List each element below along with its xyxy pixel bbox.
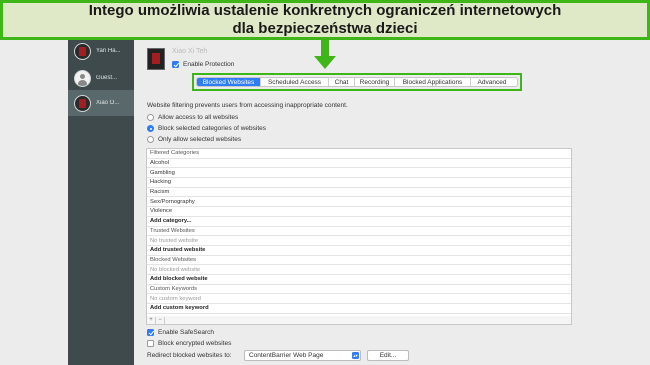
- caption-line-1: Intego umożliwia ustalenie konkretnych o…: [88, 2, 562, 19]
- add-item-button[interactable]: +: [147, 316, 156, 324]
- down-arrow-icon: [314, 40, 336, 69]
- block-encrypted-label: Block encrypted websites: [158, 340, 232, 347]
- chevron-updown-icon: ▴▾: [352, 352, 359, 359]
- list-item[interactable]: Filtered Categories: [147, 149, 571, 159]
- option-label: Block selected categories of websites: [158, 125, 267, 132]
- sidebar-user-selected[interactable]: Xiao O...: [68, 90, 134, 116]
- profile-name: Xiao Xi Teh: [172, 48, 208, 55]
- list-item[interactable]: No blocked website: [147, 265, 571, 275]
- block-encrypted-row[interactable]: Block encrypted websites: [147, 340, 231, 347]
- list-item[interactable]: Hacking: [147, 178, 571, 188]
- caption-banner: Intego umożliwia ustalenie konkretnych o…: [0, 0, 650, 40]
- list-item[interactable]: Add category...: [147, 217, 571, 227]
- radio-only-allow[interactable]: [147, 136, 154, 143]
- block-encrypted-checkbox[interactable]: [147, 340, 154, 347]
- redirect-label: Redirect blocked websites to:: [147, 352, 232, 359]
- list-item[interactable]: Add trusted website: [147, 246, 571, 256]
- option-label: Only allow selected websites: [158, 136, 242, 143]
- enable-protection-checkbox[interactable]: [172, 61, 179, 68]
- list-item[interactable]: Violence: [147, 207, 571, 217]
- user-sidebar: Yan Ha... Guest... Xiao O...: [68, 38, 134, 365]
- list-item[interactable]: Custom Keywords: [147, 285, 571, 295]
- option-block-categories[interactable]: Block selected categories of websites: [147, 125, 266, 132]
- list-item[interactable]: Blocked Websites: [147, 256, 571, 266]
- tabs-highlight-box: Blocked Websites Scheduled Access Chat R…: [192, 73, 522, 91]
- tab-bar: Blocked Websites Scheduled Access Chat R…: [196, 77, 518, 87]
- profile-avatar-icon: [147, 48, 165, 70]
- list-item[interactable]: Sex/Pornography: [147, 197, 571, 208]
- redirect-select-value: ContentBarrier Web Page: [249, 352, 324, 359]
- tab-blocked-applications[interactable]: Blocked Applications: [395, 78, 471, 86]
- sidebar-user-label: Guest...: [96, 75, 118, 81]
- safesearch-row[interactable]: Enable SafeSearch: [147, 329, 214, 336]
- sidebar-user-guest[interactable]: Guest...: [68, 65, 134, 91]
- enable-protection-label: Enable Protection: [183, 61, 235, 68]
- tab-blocked-websites[interactable]: Blocked Websites: [197, 78, 261, 86]
- tab-scheduled-access[interactable]: Scheduled Access: [261, 78, 329, 86]
- list-item[interactable]: Trusted Websites: [147, 227, 571, 237]
- guest-avatar-icon: [74, 69, 91, 87]
- list-item[interactable]: No custom keyword: [147, 294, 571, 304]
- option-allow-all[interactable]: Allow access to all websites: [147, 114, 238, 121]
- sidebar-user-label: Xiao O...: [96, 100, 120, 106]
- filter-list[interactable]: Filtered Categories Alcohol Gambling Hackin…: [146, 148, 572, 317]
- tab-recording[interactable]: Recording: [355, 78, 395, 86]
- filter-description: Website filtering prevents users from ac…: [147, 102, 348, 109]
- enable-protection-row[interactable]: Enable Protection: [172, 61, 234, 68]
- option-only-allow[interactable]: Only allow selected websites: [147, 136, 241, 143]
- radio-block-categories[interactable]: [147, 125, 154, 132]
- list-item[interactable]: Gambling: [147, 168, 571, 179]
- safesearch-checkbox[interactable]: [147, 329, 154, 336]
- tab-advanced[interactable]: Advanced: [471, 78, 513, 86]
- redirect-select[interactable]: ContentBarrier Web Page ▴▾: [244, 350, 361, 361]
- user-avatar-icon: [74, 94, 91, 112]
- list-item[interactable]: No trusted website: [147, 236, 571, 246]
- sidebar-user-1[interactable]: Yan Ha...: [68, 38, 134, 64]
- user-avatar-icon: [74, 42, 91, 60]
- option-label: Allow access to all websites: [158, 114, 239, 121]
- list-controls: + −: [146, 316, 572, 325]
- remove-item-button[interactable]: −: [156, 316, 165, 324]
- caption-line-2: dla bezpieczeństwa dzieci: [232, 20, 418, 37]
- safesearch-label: Enable SafeSearch: [158, 329, 215, 336]
- radio-allow-all[interactable]: [147, 114, 154, 121]
- list-item[interactable]: Racism: [147, 188, 571, 198]
- list-item[interactable]: Alcohol: [147, 159, 571, 169]
- list-item[interactable]: Add custom keyword: [147, 304, 571, 314]
- tab-chat[interactable]: Chat: [329, 78, 355, 86]
- sidebar-user-label: Yan Ha...: [96, 48, 121, 54]
- edit-button[interactable]: Edit...: [367, 350, 409, 361]
- list-item[interactable]: Add blocked website: [147, 275, 571, 285]
